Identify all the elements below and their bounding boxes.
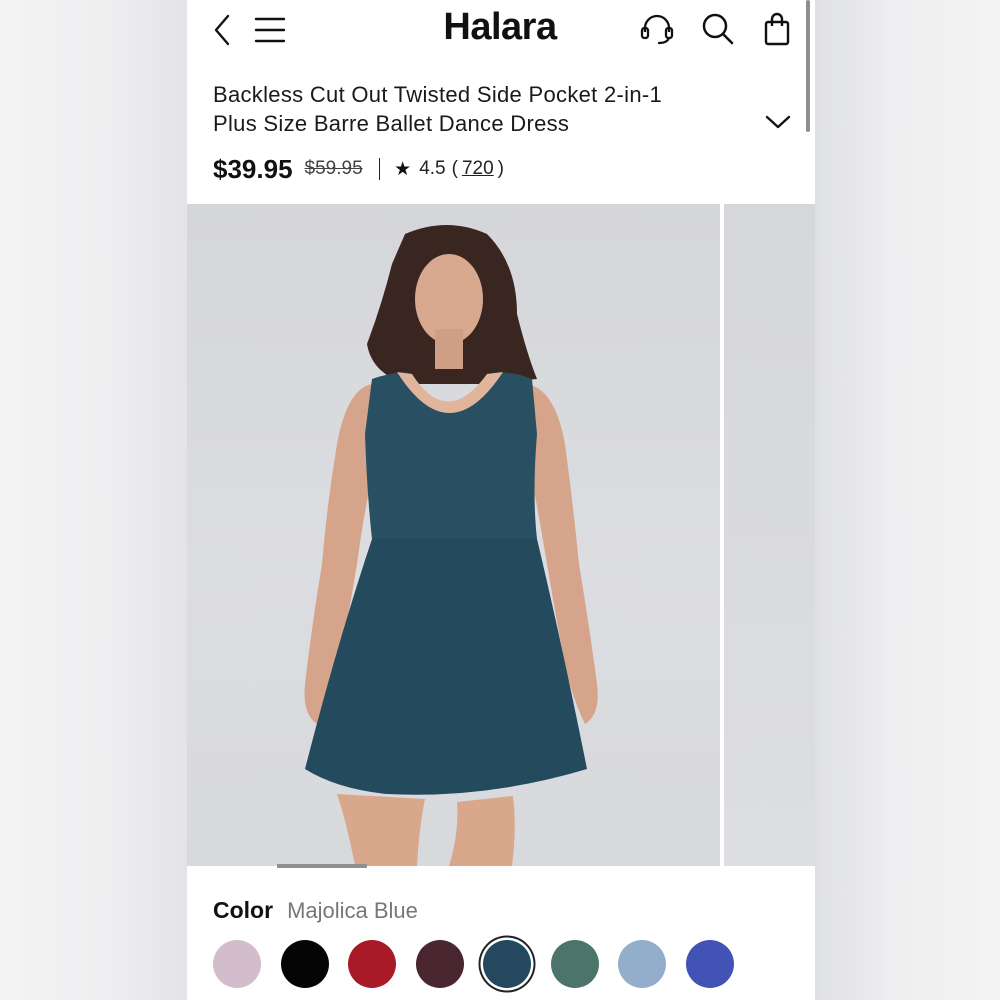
backdrop-left [0, 0, 187, 1000]
star-icon: ★ [394, 158, 412, 180]
color-label: Color [213, 897, 274, 923]
backdrop-right [815, 0, 1000, 1000]
paren-open: ( [451, 158, 458, 179]
color-selector-header: Color Majolica Blue [213, 897, 418, 924]
scrollbar[interactable] [806, 0, 810, 132]
headset-icon [640, 14, 674, 45]
product-page: Halara Backless Cut Out Twisted Side Poc… [187, 0, 815, 1000]
brand-logo[interactable]: Halara [387, 6, 613, 49]
price-rating-row: $39.95 $59.95 ★ 4.5 ( 720 ) [213, 152, 504, 186]
selected-color-name: Majolica Blue [287, 898, 418, 923]
current-price: $39.95 [213, 153, 293, 184]
gallery-progress-indicator [277, 864, 367, 868]
chevron-left-icon [214, 14, 230, 46]
expand-title-button[interactable] [765, 114, 791, 135]
product-image-gallery[interactable] [187, 204, 815, 866]
original-price: $59.95 [304, 158, 363, 179]
product-title: Backless Cut Out Twisted Side Pocket 2-i… [213, 80, 763, 138]
color-swatch[interactable] [618, 940, 666, 988]
rating-value: 4.5 [419, 158, 446, 179]
color-swatch[interactable] [415, 940, 464, 988]
search-icon [702, 13, 734, 45]
paren-close: ) [497, 158, 504, 179]
color-swatch[interactable] [213, 940, 261, 988]
back-button[interactable] [207, 12, 237, 48]
top-navigation-bar: Halara [187, 0, 815, 60]
color-swatch[interactable] [348, 940, 396, 988]
product-title-line-2: Plus Size Barre Ballet Dance Dress [213, 111, 570, 136]
model-photo [304, 225, 598, 866]
product-title-line-1: Backless Cut Out Twisted Side Pocket 2-i… [213, 82, 663, 107]
color-swatch[interactable] [685, 940, 734, 988]
search-button[interactable] [699, 10, 737, 48]
shopping-bag-icon [764, 12, 790, 46]
customer-support-button[interactable] [637, 10, 677, 48]
color-swatch[interactable] [483, 940, 531, 988]
chevron-down-icon [765, 115, 791, 129]
hamburger-menu-icon [254, 17, 286, 43]
color-swatch[interactable] [550, 940, 599, 988]
next-product-image[interactable] [724, 204, 815, 866]
review-count-link[interactable]: 720 [462, 158, 494, 180]
product-image[interactable] [187, 204, 720, 866]
divider [378, 158, 381, 180]
menu-button[interactable] [253, 13, 287, 47]
shopping-bag-button[interactable] [759, 10, 795, 48]
color-swatch[interactable] [280, 940, 329, 988]
